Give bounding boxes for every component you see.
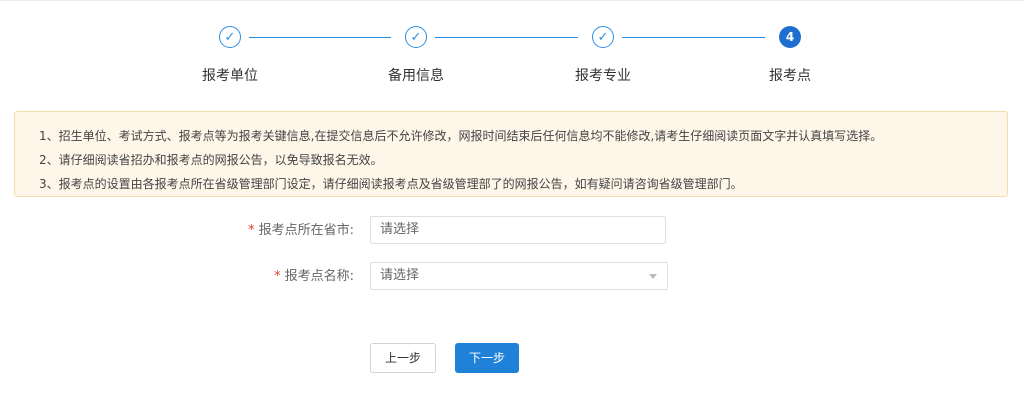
step-4-number: 4 (779, 26, 801, 48)
step-connector-3 (622, 37, 765, 38)
notice-box: 1、招生单位、考试方式、报考点等为报考关键信息,在提交信息后不允许修改，网报时间… (14, 111, 1008, 197)
step-3-check-icon: ✓ (592, 26, 614, 48)
step-1-check-icon: ✓ (219, 26, 241, 48)
notice-line-2: 2、请仔细阅读省招办和报考点的网报公告，以免导致报名无效。 (39, 153, 383, 167)
site-row: * 报考点名称: 请选择 (0, 262, 1024, 292)
site-select[interactable]: 请选择 (370, 262, 668, 290)
site-label-text: 报考点名称: (284, 269, 354, 284)
notice-line-1: 1、招生单位、考试方式、报考点等为报考关键信息,在提交信息后不允许修改，网报时间… (39, 129, 883, 143)
prev-button[interactable]: 上一步 (370, 343, 436, 373)
province-label: * 报考点所在省市: (248, 216, 354, 246)
step-2-check-icon: ✓ (405, 26, 427, 48)
province-select[interactable]: 请选择 (370, 216, 666, 244)
step-label-exam-site: 报考点 (769, 68, 811, 84)
step-connector-1 (249, 37, 391, 38)
next-button[interactable]: 下一步 (455, 343, 519, 373)
required-mark: * (248, 223, 255, 238)
province-row: * 报考点所在省市: 请选择 (0, 216, 1024, 246)
step-label-major: 报考专业 (575, 68, 631, 84)
province-label-text: 报考点所在省市: (258, 223, 354, 238)
site-label: * 报考点名称: (274, 262, 354, 292)
notice-line-3: 3、报考点的设置由各报考点所在省级管理部门设定，请仔细阅读报考点及省级管理部了的… (39, 177, 743, 191)
required-mark: * (274, 269, 281, 284)
step-connector-2 (435, 37, 578, 38)
step-label-backup-info: 备用信息 (388, 68, 444, 84)
site-select-value: 请选择 (380, 268, 420, 283)
progress-steps: ✓ ✓ ✓ 4 报考单位 备用信息 报考专业 报考点 (0, 0, 1024, 100)
step-label-unit: 报考单位 (202, 68, 258, 84)
chevron-down-icon (649, 274, 657, 279)
